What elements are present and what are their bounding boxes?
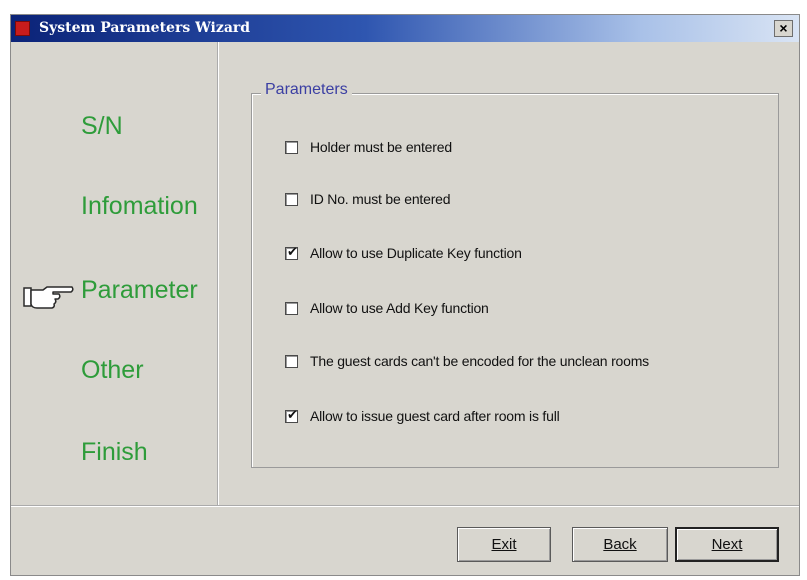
next-button-label: Next (711, 536, 743, 553)
add-key-checkbox[interactable] (285, 301, 298, 315)
option-duplicate-key[interactable]: ✔ Allow to use Duplicate Key function (285, 243, 522, 263)
next-button[interactable]: Next (675, 527, 779, 562)
unclean-rooms-checkbox[interactable] (285, 354, 298, 368)
holder-required-label: Holder must be entered (310, 139, 452, 155)
add-key-label: Allow to use Add Key function (310, 300, 489, 316)
room-full-checkbox[interactable]: ✔ (285, 406, 298, 423)
parameters-legend: Parameters (261, 81, 352, 99)
step-finish: Finish (81, 438, 148, 466)
step-parameter: Parameter (81, 276, 198, 304)
title-bar[interactable]: System Parameters Wizard × (11, 15, 799, 42)
holder-required-checkbox[interactable] (285, 140, 298, 154)
exit-button[interactable]: Exit (457, 527, 551, 562)
duplicate-key-checkbox[interactable]: ✔ (285, 243, 298, 260)
id-required-checkbox[interactable] (285, 192, 298, 206)
room-full-label: Allow to issue guest card after room is … (310, 408, 560, 424)
option-id-required[interactable]: ID No. must be entered (285, 189, 451, 209)
wizard-window: System Parameters Wizard × S/N Infomatio… (10, 14, 800, 576)
app-icon (15, 21, 30, 36)
bottom-divider (11, 505, 799, 507)
duplicate-key-label: Allow to use Duplicate Key function (310, 245, 522, 261)
step-sn: S/N (81, 112, 123, 140)
wizard-steps-panel: S/N Infomation Parameter Other Finish (11, 42, 219, 505)
close-button[interactable]: × (774, 20, 793, 37)
back-button[interactable]: Back (572, 527, 668, 562)
id-required-label: ID No. must be entered (310, 191, 451, 207)
pointing-hand-icon (23, 286, 74, 309)
option-room-full[interactable]: ✔ Allow to issue guest card after room i… (285, 406, 560, 426)
step-information: Infomation (81, 192, 198, 220)
option-add-key[interactable]: Allow to use Add Key function (285, 298, 489, 318)
step-other: Other (81, 356, 144, 384)
unclean-rooms-label: The guest cards can't be encoded for the… (310, 353, 649, 369)
option-unclean-rooms[interactable]: The guest cards can't be encoded for the… (285, 351, 649, 371)
check-mark-icon: ✔ (287, 243, 298, 259)
window-title: System Parameters Wizard (39, 20, 251, 36)
exit-button-label: Exit (491, 536, 517, 553)
back-button-label: Back (603, 536, 637, 553)
option-holder-required[interactable]: Holder must be entered (285, 137, 452, 157)
check-mark-icon: ✔ (287, 406, 298, 422)
